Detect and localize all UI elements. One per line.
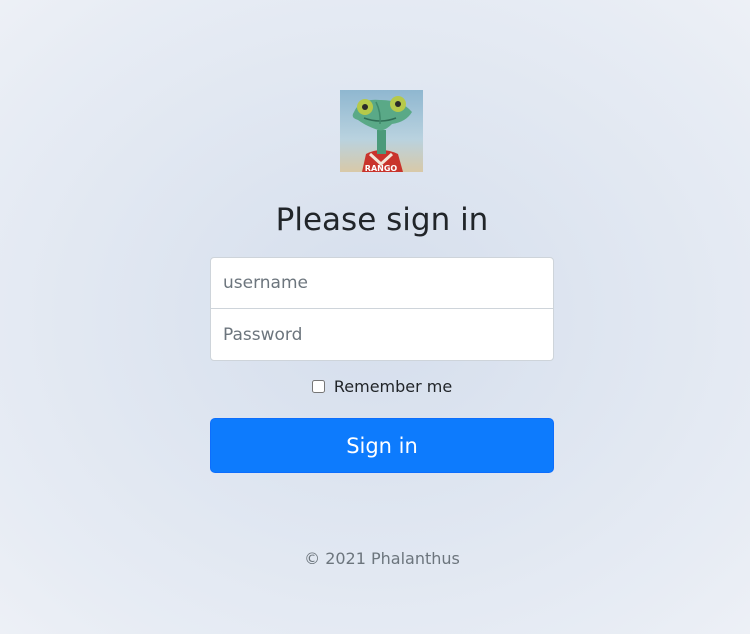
chameleon-avatar-icon: RANGO [340, 90, 423, 172]
svg-text:RANGO: RANGO [365, 164, 398, 172]
page-title: Please sign in [275, 202, 489, 238]
username-input[interactable] [210, 257, 554, 309]
remember-me-label: Remember me [333, 377, 453, 396]
remember-me-label-wrapper[interactable]: Remember me [311, 377, 453, 396]
sign-in-button[interactable]: Sign in [210, 418, 554, 473]
remember-me-checkbox[interactable] [311, 380, 325, 393]
copyright-footer: © 2021 Phalanthus [304, 549, 460, 568]
remember-me-row: Remember me [210, 375, 554, 399]
password-input[interactable] [210, 308, 554, 361]
